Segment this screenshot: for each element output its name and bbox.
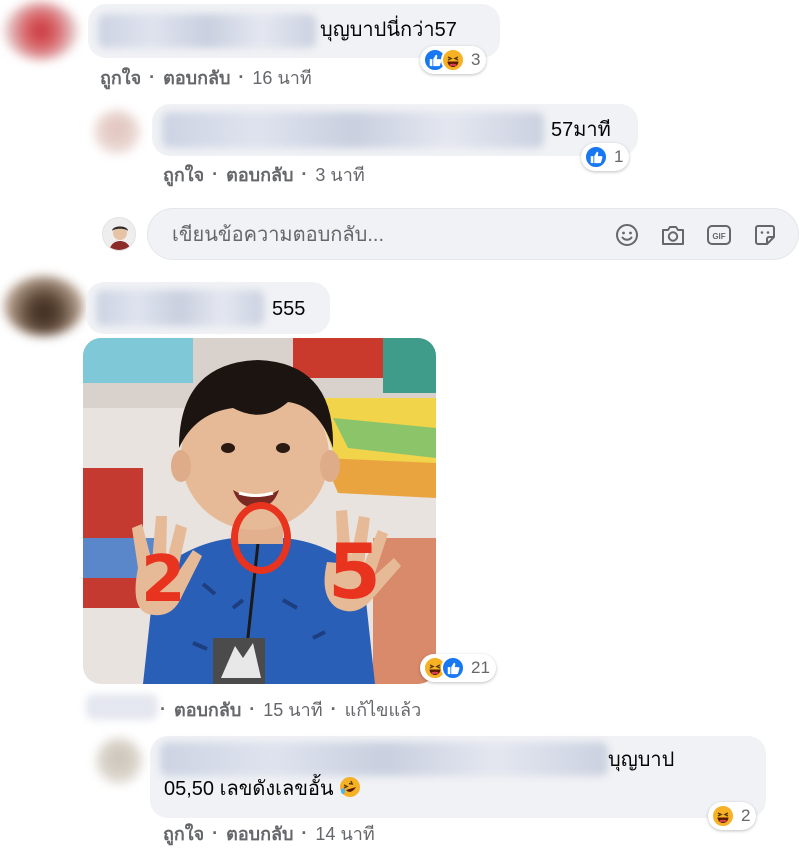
separator: ·	[149, 67, 156, 87]
reply-composer[interactable]: GIF	[147, 208, 799, 260]
like-icon	[441, 656, 465, 680]
separator: ·	[249, 699, 256, 719]
separator: ·	[301, 164, 308, 184]
drawn-digit-0	[231, 502, 291, 574]
haha-icon	[711, 804, 735, 828]
like-icon	[584, 145, 608, 169]
separator: ·	[160, 699, 166, 719]
reaction-summary[interactable]: 2	[708, 802, 757, 830]
gif-label: GIF	[712, 232, 725, 241]
avatar-photo	[103, 218, 135, 250]
obscured-like-link[interactable]	[86, 694, 158, 720]
reply-link[interactable]: ตอบกลับ	[163, 63, 230, 92]
camera-icon[interactable]	[660, 222, 686, 248]
comment-text: 05,50 เลขดังเลขอั้น	[164, 778, 334, 800]
author-name[interactable]	[96, 290, 264, 326]
comment-actions: ถูกใจ · ตอบกลับ · 16 นาที	[100, 63, 312, 92]
comment-text: 57มาที	[551, 119, 611, 141]
emoji-icon[interactable]	[614, 222, 640, 248]
attached-photo[interactable]: 2 5	[83, 338, 436, 684]
avatar[interactable]	[4, 276, 84, 336]
reaction-summary[interactable]: 1	[581, 143, 630, 171]
comment-text: บุญบาปนี่กว่า57	[320, 19, 457, 41]
avatar[interactable]	[94, 110, 140, 154]
reaction-count: 3	[471, 50, 481, 69]
edited-label[interactable]: แก้ไขแล้ว	[345, 695, 422, 724]
avatar[interactable]	[4, 2, 78, 60]
reply-link[interactable]: ตอบกลับ	[226, 160, 293, 189]
like-link[interactable]: ถูกใจ	[163, 160, 204, 189]
separator: ·	[301, 823, 308, 843]
separator: ·	[212, 164, 219, 184]
comment-text-line-1: บุญบาป	[608, 749, 675, 771]
gif-icon[interactable]: GIF	[706, 222, 732, 248]
comment-actions: ถูกใจ · ตอบกลับ · 3 นาที	[163, 160, 365, 189]
haha-icon	[441, 48, 465, 72]
comment-text: 555	[272, 298, 306, 320]
separator: ·	[330, 699, 337, 719]
author-name[interactable]	[162, 112, 544, 148]
author-name[interactable]	[98, 14, 316, 48]
like-link[interactable]: ถูกใจ	[163, 819, 204, 848]
drawn-digit-5: 5	[328, 527, 381, 616]
separator: ·	[212, 823, 219, 843]
timestamp[interactable]: 3 นาที	[315, 160, 364, 189]
comment-actions: ถูกใจ · ตอบกลับ · 14 นาที	[163, 819, 375, 848]
avatar[interactable]	[96, 738, 142, 784]
reaction-summary[interactable]: 21	[420, 654, 496, 682]
current-user-avatar[interactable]	[102, 217, 136, 251]
reaction-count: 21	[471, 658, 490, 677]
sticker-icon[interactable]	[752, 222, 778, 248]
reaction-count: 1	[614, 147, 624, 166]
author-name[interactable]	[160, 742, 608, 776]
timestamp[interactable]: 14 นาที	[315, 819, 374, 848]
comment-text-line-2: 05,50 เลขดังเลขอั้น	[164, 776, 361, 802]
separator: ·	[238, 67, 245, 87]
like-link[interactable]: ถูกใจ	[100, 63, 141, 92]
rolling-laughing-emoji	[340, 777, 361, 797]
drawn-digit-2: 2	[141, 543, 186, 617]
comment-actions: · ตอบกลับ · 15 นาที · แก้ไขแล้ว	[160, 695, 421, 724]
reply-link[interactable]: ตอบกลับ	[174, 695, 241, 724]
reply-input[interactable]	[172, 221, 592, 249]
reaction-summary[interactable]: 3	[420, 46, 487, 74]
reaction-count: 2	[741, 806, 751, 825]
reply-link[interactable]: ตอบกลับ	[226, 819, 293, 848]
timestamp[interactable]: 15 นาที	[263, 695, 322, 724]
timestamp[interactable]: 16 นาที	[252, 63, 311, 92]
